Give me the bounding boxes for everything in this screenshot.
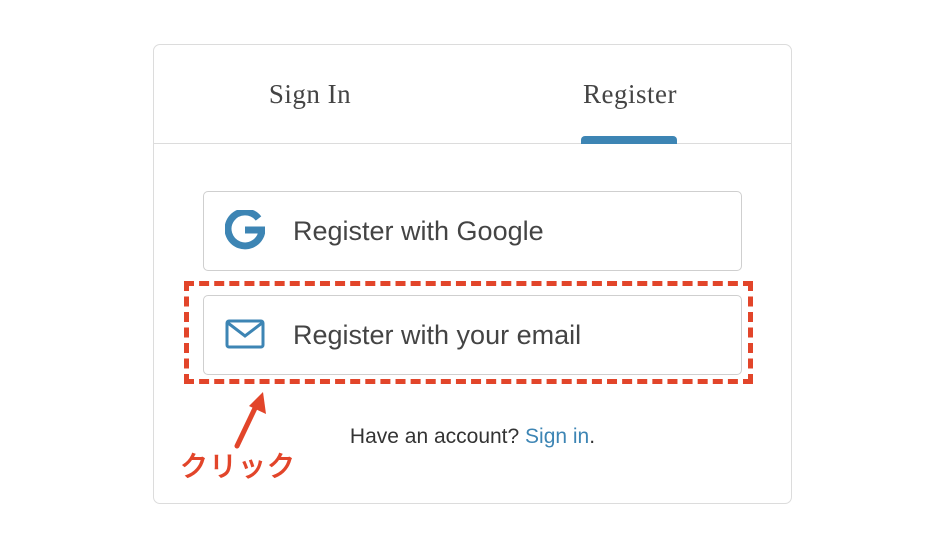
click-annotation: クリック bbox=[180, 451, 297, 482]
sign-in-link[interactable]: Sign in bbox=[525, 425, 589, 448]
active-tab-indicator bbox=[581, 136, 677, 144]
register-with-google-button[interactable]: Register with Google bbox=[203, 191, 742, 271]
tab-register[interactable]: Register bbox=[530, 45, 730, 144]
signin-prompt-suffix: . bbox=[589, 425, 596, 448]
annotation-arrow-icon bbox=[234, 392, 266, 449]
google-icon bbox=[224, 208, 266, 250]
register-with-email-button[interactable]: Register with your email bbox=[203, 295, 742, 375]
signin-prompt-text: Have an account? bbox=[349, 425, 526, 448]
google-button-label: Register with Google bbox=[293, 215, 544, 246]
mail-icon bbox=[225, 314, 265, 354]
email-button-label: Register with your email bbox=[293, 319, 582, 350]
tab-sign-in[interactable]: Sign In bbox=[210, 45, 410, 144]
auth-tabs: Sign In Register bbox=[154, 45, 791, 144]
